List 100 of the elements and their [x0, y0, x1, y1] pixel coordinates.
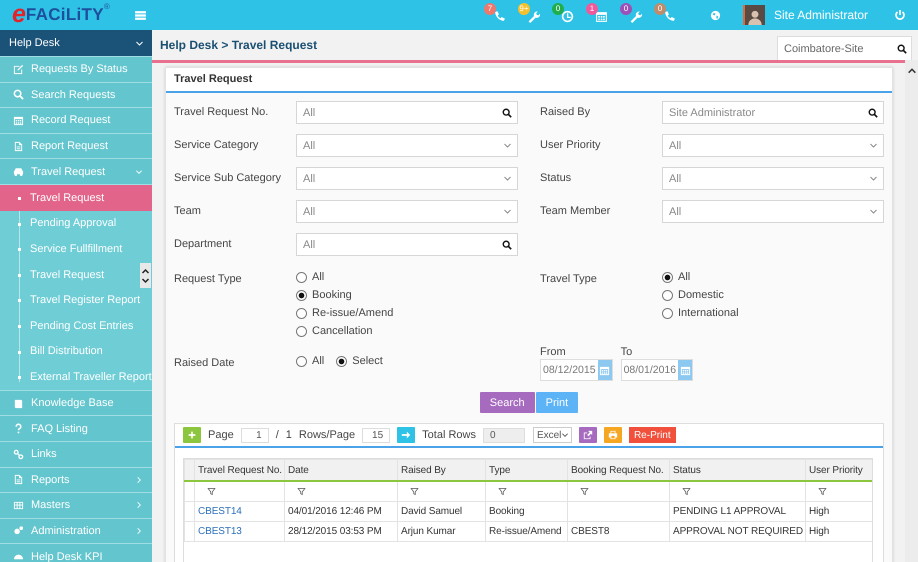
separator-label: /: [276, 429, 279, 441]
user-name[interactable]: Site Administrator: [774, 8, 868, 22]
submenu-item[interactable]: Travel Request: [0, 184, 152, 211]
option-label[interactable]: Cancellation: [312, 325, 373, 337]
sidebar-item[interactable]: Requests By Status: [0, 57, 152, 83]
option-label[interactable]: All: [312, 355, 324, 367]
clock-icon[interactable]: [560, 10, 574, 23]
option-label[interactable]: Select: [352, 355, 383, 367]
module-dropdown[interactable]: Help Desk: [0, 30, 152, 57]
chevron-down-icon: [503, 141, 512, 150]
filter-icon[interactable]: [498, 487, 507, 496]
column-header[interactable]: Type: [486, 460, 568, 481]
submenu-item[interactable]: Pending Approval: [0, 210, 152, 236]
select-field[interactable]: All: [296, 134, 518, 157]
scrollbar[interactable]: [905, 60, 918, 562]
radio-button[interactable]: [296, 356, 307, 366]
reprint-button[interactable]: Re-Print: [628, 427, 676, 443]
sidebar-item[interactable]: Reports: [0, 468, 152, 494]
select-field[interactable]: All: [662, 200, 884, 223]
option-label[interactable]: Domestic: [678, 289, 724, 301]
sidebar-item[interactable]: Links: [0, 442, 152, 468]
submenu-item[interactable]: Travel Register Report: [0, 287, 152, 313]
column-header[interactable]: Travel Request No.: [194, 460, 284, 481]
select-field[interactable]: All: [662, 134, 884, 157]
sidebar-item[interactable]: FAQ Listing: [0, 416, 152, 442]
radio-button[interactable]: [336, 356, 348, 366]
sidebar-item[interactable]: Knowledge Base: [0, 390, 152, 416]
submenu-item[interactable]: External Traveller Report: [0, 364, 152, 390]
arrow-right-icon: [401, 430, 412, 440]
sidebar-item[interactable]: Help Desk KPI: [0, 544, 152, 562]
column-header[interactable]: User Priority: [806, 460, 872, 481]
filter-icon[interactable]: [297, 487, 306, 496]
filter-icon[interactable]: [207, 487, 216, 496]
submenu-item[interactable]: Service Fullfillment: [0, 236, 152, 262]
radio-button[interactable]: [296, 326, 307, 336]
phone-icon[interactable]: [492, 10, 506, 23]
column-header[interactable]: Status: [670, 460, 806, 481]
chevron-up-icon[interactable]: [906, 66, 916, 76]
field-label: Raised By: [540, 105, 592, 120]
submenu-item[interactable]: Pending Cost Entries: [0, 312, 152, 339]
option-label[interactable]: International: [678, 307, 739, 319]
count-badge: 0: [654, 3, 666, 15]
radio-button[interactable]: [662, 272, 673, 282]
submenu-item[interactable]: Bill Distribution: [0, 338, 152, 364]
request-link[interactable]: CBEST14: [198, 506, 242, 517]
select-field[interactable]: All: [296, 200, 518, 223]
select-field[interactable]: All: [662, 167, 884, 190]
edit-icon: [13, 64, 24, 75]
column-header[interactable]: Date: [284, 460, 398, 481]
avatar-icon[interactable]: [742, 5, 765, 25]
phone-icon[interactable]: [662, 10, 676, 23]
print-button[interactable]: Print: [536, 392, 578, 413]
search-field[interactable]: All: [296, 101, 518, 124]
request-link[interactable]: CBEST13: [198, 526, 242, 537]
select-field[interactable]: All: [296, 167, 518, 190]
rows-per-page-field[interactable]: 15: [362, 428, 390, 442]
count-badge: 0: [552, 3, 564, 15]
scroll-arrows-icon[interactable]: [140, 263, 151, 288]
export-button[interactable]: [578, 427, 597, 443]
export-format-select[interactable]: Excel: [532, 427, 572, 443]
total-rows-label: Total Rows: [422, 429, 476, 441]
search-button[interactable]: Search: [480, 392, 535, 413]
sidebar-item[interactable]: Search Requests: [0, 82, 152, 108]
sidebar-item[interactable]: Masters: [0, 493, 152, 519]
radio-button[interactable]: [296, 290, 307, 300]
sidebar-item[interactable]: Travel Request: [0, 159, 152, 185]
option-label[interactable]: Booking: [312, 289, 352, 301]
option-label[interactable]: All: [312, 271, 324, 283]
radio-button[interactable]: [662, 308, 673, 318]
column-header[interactable]: Raised By: [398, 460, 486, 481]
radio-button[interactable]: [296, 272, 307, 282]
count-badge: 1: [586, 3, 598, 15]
page-field[interactable]: 1: [240, 428, 269, 442]
site-search-field[interactable]: Coimbatore-Site: [777, 36, 912, 61]
date-label: To: [620, 346, 634, 358]
search-field[interactable]: All: [296, 233, 518, 256]
document-icon: [13, 140, 24, 152]
option-label[interactable]: All: [678, 271, 690, 283]
filter-icon[interactable]: [580, 487, 589, 496]
filter-icon[interactable]: [682, 487, 691, 496]
grid-icon: [13, 500, 24, 511]
sidebar-item[interactable]: Report Request: [0, 134, 152, 160]
table-cell: CBEST8: [568, 522, 670, 542]
option-label[interactable]: Re-issue/Amend: [312, 307, 394, 319]
search-icon: [897, 44, 907, 54]
sidebar-item[interactable]: Record Request: [0, 108, 152, 134]
filter-icon[interactable]: [818, 487, 827, 496]
radio-button[interactable]: [662, 290, 673, 300]
chevron-down-icon: [869, 141, 878, 150]
search-field[interactable]: Site Administrator: [662, 101, 884, 124]
total-rows-field[interactable]: 0: [482, 428, 525, 442]
radio-button[interactable]: [296, 308, 307, 318]
filter-icon[interactable]: [410, 487, 419, 496]
submenu-item[interactable]: Travel Request: [0, 262, 152, 288]
column-header[interactable]: Booking Request No.: [568, 460, 670, 481]
share-icon: [582, 430, 593, 440]
calendar-icon[interactable]: [594, 10, 608, 23]
wrench-icon[interactable]: [628, 10, 642, 23]
sidebar-item[interactable]: Administration: [0, 518, 152, 544]
date-label: From: [540, 346, 567, 358]
